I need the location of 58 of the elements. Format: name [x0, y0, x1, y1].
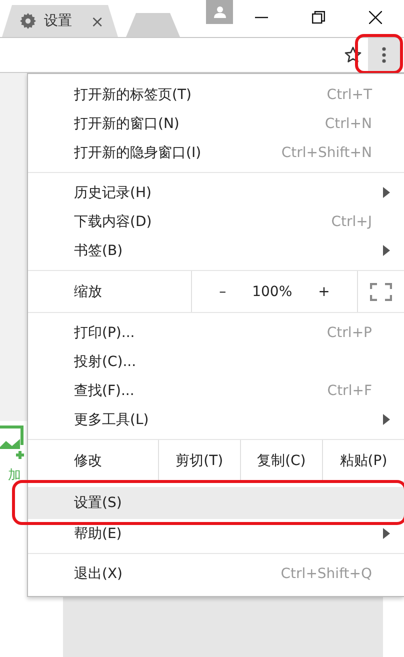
menu-item-label: 打开新的窗口(N) [74, 114, 180, 132]
menu-button[interactable] [368, 38, 400, 72]
zoom-in-button[interactable]: + [318, 284, 330, 300]
menu-item[interactable]: 历史记录(H) [28, 178, 404, 207]
side-label: 加 [8, 467, 21, 484]
submenu-arrow-icon [383, 187, 390, 198]
shortcut-label: Ctrl+Shift+Q [280, 566, 372, 582]
edit-button[interactable]: 复制(C) [257, 452, 306, 470]
menu-item[interactable]: 打印(P)... Ctrl+P [28, 318, 404, 347]
menu-item[interactable]: 查找(F)... Ctrl+F [28, 376, 404, 405]
menu-item[interactable]: 帮助(E) [28, 519, 404, 548]
submenu-arrow-icon [383, 245, 390, 256]
more-icon [382, 47, 386, 63]
shortcut-label: Ctrl+P [326, 324, 372, 340]
menu-item-label: 下载内容(D) [74, 212, 152, 230]
submenu-arrow-icon [383, 528, 390, 539]
menu-item-label: 历史记录(H) [74, 184, 152, 202]
shortcut-label: Ctrl+T [326, 86, 372, 102]
zoom-value: 100% [252, 284, 292, 300]
menu-item[interactable]: 设置(S) [28, 487, 404, 519]
menu-item-label: 帮助(E) [74, 524, 122, 542]
add-image-icon[interactable] [0, 425, 26, 459]
menu-item[interactable]: 投射(C)... [28, 347, 404, 376]
settings-icon [20, 13, 36, 29]
tab[interactable]: 设置 × [2, 5, 118, 37]
close-button[interactable] [369, 10, 382, 24]
menu-item-label: 查找(F)... [74, 382, 134, 400]
shortcut-label: Ctrl+J [331, 214, 372, 230]
menu-item-label: 设置(S) [74, 494, 122, 512]
zoom-label: 缩放 [73, 282, 103, 302]
menu-item[interactable]: 更多工具(L) [28, 405, 404, 434]
restore-button[interactable] [312, 10, 325, 24]
person-icon [214, 6, 226, 18]
menu-item-label: 打开新的隐身窗口(I) [74, 144, 202, 162]
menu-item[interactable]: 打开新的窗口(N) Ctrl+N [28, 109, 404, 138]
zoom-out-button[interactable]: – [219, 284, 226, 300]
shortcut-label: Ctrl+N [324, 116, 372, 132]
close-tab-button[interactable]: × [90, 12, 104, 30]
menu-item[interactable]: 书签(B) [28, 236, 404, 265]
shortcut-label: Ctrl+F [327, 382, 372, 398]
submenu-arrow-icon [383, 414, 390, 425]
menu-item-label: 打印(P)... [74, 324, 135, 342]
menu-item[interactable]: 打开新的标签页(T) Ctrl+T [28, 80, 404, 109]
fullscreen-button[interactable] [370, 282, 392, 300]
menu-item[interactable]: 下载内容(D) Ctrl+J [28, 207, 404, 236]
menu-item-label: 退出(X) [74, 564, 123, 582]
menu-item-label: 投射(C)... [74, 352, 136, 370]
shortcut-label: Ctrl+Shift+N [281, 144, 372, 160]
menu-item[interactable]: 退出(X) Ctrl+Shift+Q [28, 559, 404, 588]
star-icon[interactable] [344, 46, 362, 64]
menu-item-label: 更多工具(L) [74, 410, 149, 428]
edit-button[interactable]: 粘贴(P) [340, 452, 388, 470]
edit-button[interactable]: 剪切(T) [176, 452, 224, 470]
tab-title: 设置 [44, 12, 72, 30]
menu-item-label: 书签(B) [74, 242, 123, 260]
edit-label: 修改 [73, 452, 103, 470]
menu-item-label: 打开新的标签页(T) [74, 86, 192, 104]
menu-item[interactable]: 打开新的隐身窗口(I) Ctrl+Shift+N [28, 138, 404, 167]
